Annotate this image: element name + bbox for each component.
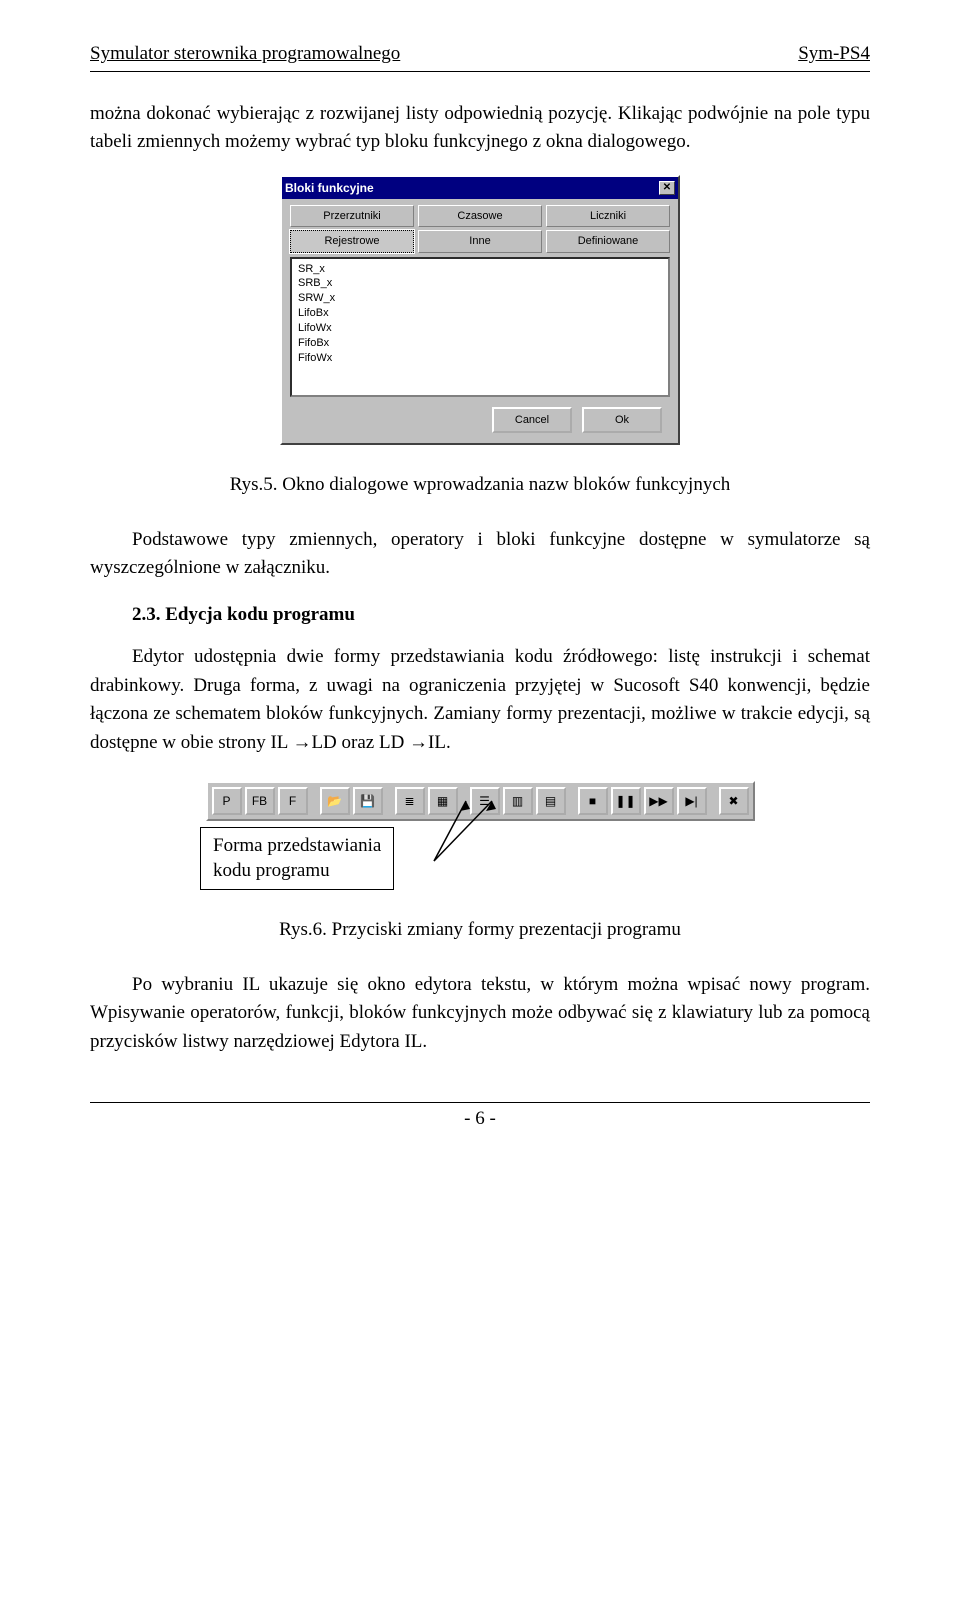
tab-przerzutniki[interactable]: Przerzutniki: [290, 205, 414, 228]
list-item[interactable]: SRW_x: [298, 291, 662, 306]
dialog-titlebar: Bloki funkcyjne ✕: [282, 177, 678, 199]
header-left: Symulator sterownika programowalnego: [90, 40, 400, 69]
paragraph-2: Podstawowe typy zmiennych, operatory i b…: [90, 526, 870, 583]
list-item[interactable]: FifoWx: [298, 351, 662, 366]
figure6-caption: Rys.6. Przyciski zmiany formy prezentacj…: [90, 916, 870, 945]
tab-inne[interactable]: Inne: [418, 230, 542, 253]
page-header: Symulator sterownika programowalnego Sym…: [90, 40, 870, 72]
figure5-caption: Rys.5. Okno dialogowe wprowadzania nazw …: [90, 471, 870, 500]
step-icon[interactable]: ▶|: [677, 787, 707, 815]
dialog-figure: Bloki funkcyjne ✕ Przerzutniki Czasowe L…: [90, 175, 870, 446]
fb-icon[interactable]: FB: [245, 787, 275, 815]
tab-definiowane[interactable]: Definiowane: [546, 230, 670, 253]
tab-liczniki[interactable]: Liczniki: [546, 205, 670, 228]
toolbar-figure: P FB F 📂 💾 ≣ ▦ ☰ ▥ ▤ ■ ❚❚ ▶▶ ▶| ✖ Forma …: [90, 781, 870, 890]
tab-rejestrowe[interactable]: Rejestrowe: [290, 230, 414, 253]
open-icon[interactable]: 📂: [320, 787, 350, 815]
stop-icon[interactable]: ■: [578, 787, 608, 815]
block-list[interactable]: SR_x SRB_x SRW_x LifoBx LifoWx FifoBx Fi…: [290, 257, 670, 397]
close-icon[interactable]: ✕: [659, 181, 675, 195]
section-2-3-title: 2.3. Edycja kodu programu: [90, 601, 870, 630]
page-footer: - 6 -: [90, 1102, 870, 1134]
header-right: Sym-PS4: [798, 40, 870, 69]
cancel-button[interactable]: Cancel: [492, 407, 572, 434]
pause-icon[interactable]: ❚❚: [611, 787, 641, 815]
dialog-title: Bloki funkcyjne: [285, 179, 374, 197]
paragraph-4: Po wybraniu IL ukazuje się okno edytora …: [90, 971, 870, 1057]
list-item[interactable]: LifoWx: [298, 321, 662, 336]
page-number: - 6 -: [464, 1108, 496, 1129]
list-item[interactable]: SRB_x: [298, 276, 662, 291]
paragraph-3: Edytor udostępnia dwie formy przedstawia…: [90, 643, 870, 757]
tab-czasowe[interactable]: Czasowe: [418, 205, 542, 228]
list-item[interactable]: LifoBx: [298, 306, 662, 321]
annotation-arrow-icon: [414, 827, 534, 883]
function-icon[interactable]: F: [278, 787, 308, 815]
program-icon[interactable]: P: [212, 787, 242, 815]
list-item[interactable]: FifoBx: [298, 336, 662, 351]
delete-icon[interactable]: ✖: [719, 787, 749, 815]
run-icon[interactable]: ▶▶: [644, 787, 674, 815]
paragraph-1: można dokonać wybierając z rozwijanej li…: [90, 100, 870, 157]
save-icon[interactable]: 💾: [353, 787, 383, 815]
grid2-icon[interactable]: ▤: [536, 787, 566, 815]
function-blocks-dialog: Bloki funkcyjne ✕ Przerzutniki Czasowe L…: [280, 175, 680, 446]
list-item[interactable]: SR_x: [298, 262, 662, 277]
annotation-label: Forma przedstawiania kodu programu: [200, 827, 394, 890]
ok-button[interactable]: Ok: [582, 407, 662, 434]
